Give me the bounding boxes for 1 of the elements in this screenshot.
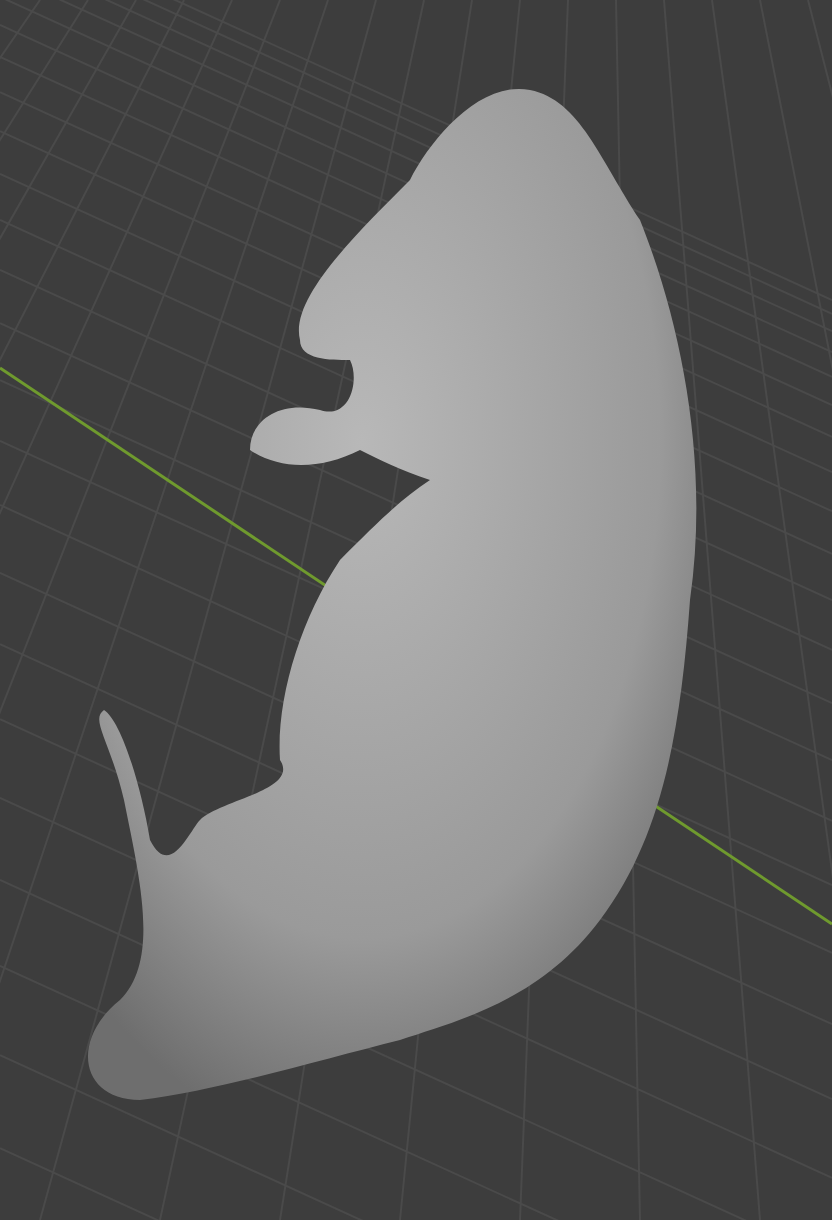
3d-viewport[interactable] [0, 0, 832, 1220]
